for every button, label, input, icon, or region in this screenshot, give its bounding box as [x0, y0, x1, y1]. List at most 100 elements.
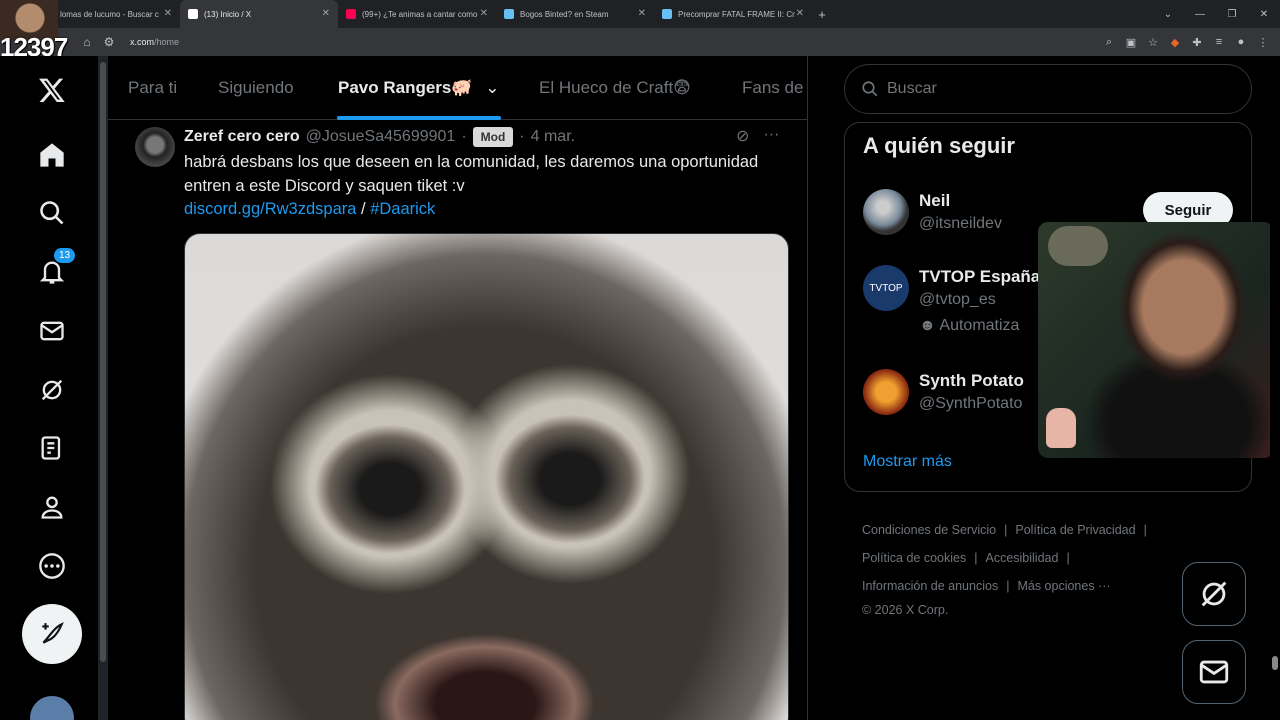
site-info-icon[interactable]: ⚙	[98, 35, 120, 49]
suggestion-handle: @itsneildev	[919, 215, 1002, 232]
hashtag-link[interactable]: #Daarick	[370, 200, 435, 218]
tab-title: lomas de lucumo - Buscar c	[60, 9, 159, 19]
suggestion-name[interactable]: TVTOP España	[919, 267, 1040, 287]
close-icon[interactable]: ✕	[796, 8, 804, 19]
suggestion-name[interactable]: Synth Potato	[919, 371, 1024, 391]
bookmark-star-icon[interactable]: ☆	[1146, 36, 1160, 49]
compose-post-button[interactable]	[22, 604, 82, 664]
tab-title: (99+) ¿Te animas a cantar como	[362, 9, 478, 19]
more-options-link[interactable]: Más opciones ···	[1017, 579, 1110, 593]
separator: |	[1066, 551, 1070, 565]
post-image-monkey[interactable]	[184, 233, 789, 720]
timeline-tabs: Para ti Siguiendo Pavo Rangers🐖 ⌄ El Hue…	[108, 56, 807, 120]
window-controls: ⌄ — ❐ ✕	[1152, 0, 1280, 28]
explore-search-icon[interactable]	[36, 197, 68, 229]
extensions-puzzle-icon[interactable]: ✚	[1190, 36, 1204, 49]
tab-para-ti[interactable]: Para ti	[128, 78, 177, 98]
page-scrollbar-thumb[interactable]	[1272, 656, 1278, 670]
url-path: /home	[154, 37, 180, 47]
close-icon[interactable]: ✕	[480, 8, 488, 19]
home-icon[interactable]: ⌂	[76, 35, 98, 49]
home-nav-icon[interactable]	[36, 139, 68, 171]
tab-title: Precomprar FATAL FRAME II: Cr	[678, 9, 795, 19]
cookies-link[interactable]: Política de cookies	[862, 551, 966, 565]
grok-icon[interactable]	[36, 374, 68, 406]
account-avatar[interactable]	[30, 696, 74, 720]
post-date[interactable]: 4 mar.	[531, 128, 575, 146]
messages-floating-button[interactable]	[1182, 640, 1246, 704]
show-more-link[interactable]: Mostrar más	[863, 453, 952, 471]
post-author-name[interactable]: Zeref cero cero	[184, 128, 300, 146]
tab-title: (13) Inicio / X	[204, 9, 252, 19]
tab-title: Bogos Binted? en Steam	[520, 9, 609, 19]
browser-tab-tiktok[interactable]: (99+) ¿Te animas a cantar como ✕	[338, 0, 496, 28]
lists-svg	[41, 436, 61, 460]
discord-link[interactable]: discord.gg/Rw3zdspara	[184, 200, 356, 218]
separator: |	[1004, 523, 1008, 537]
profile-avatar-icon[interactable]: ●	[1234, 36, 1248, 48]
footer-row: Condiciones de Servicio | Política de Priv…	[862, 516, 1182, 544]
post-actions-top: ⊘ ···	[736, 126, 779, 146]
notifications-bell-icon[interactable]: 13	[36, 248, 76, 288]
grok-floating-button[interactable]	[1182, 562, 1246, 626]
privacy-link[interactable]: Política de Privacidad	[1015, 523, 1135, 537]
browser-menu-icon[interactable]: ⋮	[1256, 36, 1270, 49]
tab-label: Pavo Rangers🐖	[338, 78, 473, 97]
browser-tab-steam-bogos[interactable]: Bogos Binted? en Steam ✕	[496, 0, 654, 28]
ads-info-link[interactable]: Información de anuncios	[862, 579, 998, 593]
mod-badge: Mod	[472, 127, 514, 147]
tab-search-icon[interactable]: ⌄	[1152, 9, 1184, 20]
lists-icon[interactable]	[36, 432, 68, 464]
separator: |	[974, 551, 978, 565]
steam-favicon-icon	[662, 9, 672, 19]
post-header: Zeref cero cero @JosueSa45699901 · Mod ·…	[184, 127, 575, 147]
main-timeline: Para ti Siguiendo Pavo Rangers🐖 ⌄ El Hue…	[108, 56, 808, 720]
x-favicon-icon	[188, 9, 198, 19]
footer-row: Información de anuncios | Más opciones ···	[862, 572, 1182, 600]
accessibility-link[interactable]: Accesibilidad	[985, 551, 1058, 565]
tab-pavo-rangers[interactable]: Pavo Rangers🐖 ⌄	[338, 78, 500, 98]
tab-el-hueco-de-craft[interactable]: El Hueco de Craft😨	[539, 78, 691, 98]
active-tab-indicator	[337, 116, 501, 120]
suggestion-handle: @SynthPotato	[919, 395, 1023, 412]
close-icon[interactable]: ✕	[322, 8, 330, 19]
search-svg	[40, 201, 64, 225]
tab-fans-de[interactable]: Fans de	[742, 78, 803, 98]
close-icon[interactable]: ✕	[638, 8, 646, 19]
search-input[interactable]: Buscar	[844, 64, 1252, 114]
install-icon[interactable]: ▣	[1124, 36, 1138, 49]
automated-text: Automatiza	[939, 317, 1020, 334]
home-svg	[40, 143, 64, 167]
post-more-icon[interactable]: ···	[763, 126, 779, 146]
browser-tab-steam-fatal-frame[interactable]: Precomprar FATAL FRAME II: Cr ✕	[654, 0, 812, 28]
zoom-icon[interactable]: ⌕	[1102, 36, 1116, 49]
media-control-icon[interactable]: ≡	[1212, 36, 1226, 48]
url-field[interactable]: x.com/home	[130, 37, 179, 47]
separator: |	[1006, 579, 1010, 593]
left-scrollbar-thumb[interactable]	[100, 62, 106, 662]
close-icon[interactable]: ✕	[164, 8, 172, 19]
extension-icon[interactable]: ◆	[1168, 36, 1182, 49]
left-navigation: 13	[0, 56, 108, 720]
browser-tab-bar: lomas de lucumo - Buscar c ✕ (13) Inicio…	[0, 0, 1280, 28]
footer-row: Política de cookies | Accesibilidad |	[862, 544, 1182, 572]
avatar[interactable]: TVTOP	[863, 265, 909, 311]
browser-tab-x-home[interactable]: (13) Inicio / X ✕	[180, 0, 338, 28]
avatar[interactable]	[863, 189, 909, 235]
terms-link[interactable]: Condiciones de Servicio	[862, 523, 996, 537]
close-window-icon[interactable]: ✕	[1248, 9, 1280, 20]
grok-explain-icon[interactable]: ⊘	[736, 126, 749, 146]
more-options-icon[interactable]	[36, 550, 68, 582]
suggestion-name[interactable]: Neil	[919, 191, 950, 211]
x-logo-icon[interactable]	[36, 74, 68, 106]
maximize-icon[interactable]: ❐	[1216, 9, 1248, 20]
messages-mail-icon[interactable]	[36, 315, 68, 347]
post-author-avatar[interactable]	[135, 127, 175, 167]
chevron-down-icon[interactable]: ⌄	[485, 78, 499, 97]
post-author-handle[interactable]: @JosueSa45699901	[306, 128, 456, 146]
profile-person-icon[interactable]	[36, 491, 68, 523]
minimize-icon[interactable]: —	[1184, 9, 1216, 20]
new-tab-button[interactable]: +	[812, 7, 832, 22]
tab-siguiendo[interactable]: Siguiendo	[218, 78, 294, 98]
avatar[interactable]	[863, 369, 909, 415]
